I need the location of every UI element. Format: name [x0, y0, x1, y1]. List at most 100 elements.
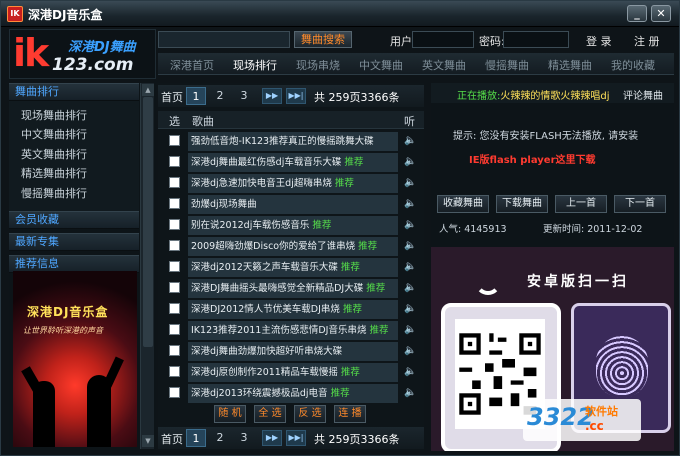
song-row[interactable]: 深港dj急速加快电音王dj超嗨串烧 推荐 🔈 — [158, 173, 424, 194]
tab-home[interactable]: 深港首页 — [170, 57, 214, 73]
invert-select-button[interactable]: 反 选 — [294, 405, 326, 423]
pager-first-link[interactable]: 首页 — [161, 431, 183, 447]
song-checkbox[interactable] — [169, 324, 180, 335]
pager-next-icon[interactable]: ▶▶ — [262, 430, 282, 446]
username-field[interactable] — [412, 31, 474, 48]
song-checkbox[interactable] — [169, 261, 180, 272]
song-title-cell[interactable]: 深港dj舞曲劲爆加快超好听串烧大碟 — [188, 342, 398, 361]
song-row[interactable]: IK123推荐2011主流伤感悲情DJ音乐串烧 推荐 🔈 — [158, 320, 424, 341]
song-title-cell[interactable]: 深港dj2012天籁之声车载音乐大碟 推荐 — [188, 258, 398, 277]
sidebar-section-favorites[interactable]: 会员收藏 — [9, 211, 139, 229]
song-title-cell[interactable]: 深港dj舞曲最红伤感dj车载音乐大碟 推荐 — [188, 153, 398, 172]
scrollbar-thumb[interactable] — [143, 97, 153, 347]
song-row[interactable]: 深港DJ舞曲摇头最嗨感觉全新精品DJ大碟 推荐 🔈 — [158, 278, 424, 299]
song-row[interactable]: 深港DJ2012情人节优美车载DJ串烧 推荐 🔈 — [158, 299, 424, 320]
sidebar-section-rank[interactable]: 舞曲排行 — [9, 83, 139, 101]
download-song-button[interactable]: 下载舞曲 — [496, 195, 548, 213]
sidebar-item-live-rank[interactable]: 现场舞曲排行 — [21, 107, 87, 123]
song-title-cell[interactable]: 深港DJ2012情人节优美车载DJ串烧 推荐 — [188, 300, 398, 319]
title-bar[interactable]: IK 深港DJ音乐盒 _ ✕ — [1, 1, 679, 27]
pager-next-icon[interactable]: ▶▶ — [262, 88, 282, 104]
pager-page-1[interactable]: 1 — [186, 429, 206, 447]
song-checkbox[interactable] — [169, 282, 180, 293]
song-checkbox[interactable] — [169, 219, 180, 230]
pager-last-icon[interactable]: ▶▶| — [286, 88, 306, 104]
speaker-icon[interactable]: 🔈 — [404, 240, 416, 251]
speaker-icon[interactable]: 🔈 — [404, 387, 416, 398]
pager-page-2[interactable]: 2 — [210, 87, 230, 105]
search-input[interactable] — [158, 31, 290, 48]
scroll-down-arrow-icon[interactable]: ▼ — [142, 435, 154, 447]
tab-selected[interactable]: 精选舞曲 — [548, 57, 592, 73]
tab-live-rank[interactable]: 现场排行 — [233, 57, 277, 73]
song-checkbox[interactable] — [169, 177, 180, 188]
song-title-cell[interactable]: 别在说2012dj车载伤感音乐 推荐 — [188, 216, 398, 235]
register-button[interactable]: 注 册 — [634, 33, 660, 49]
random-button[interactable]: 随 机 — [214, 405, 246, 423]
sidebar-scrollbar[interactable]: ▲ ▼ — [140, 83, 154, 449]
speaker-icon[interactable]: 🔈 — [404, 324, 416, 335]
tab-chinese[interactable]: 中文舞曲 — [359, 57, 403, 73]
song-checkbox[interactable] — [169, 198, 180, 209]
song-checkbox[interactable] — [169, 156, 180, 167]
tab-live-medley[interactable]: 现场串烧 — [296, 57, 340, 73]
sidebar-item-slow-rank[interactable]: 慢摇舞曲排行 — [21, 185, 87, 201]
sidebar-section-latest[interactable]: 最新专集 — [9, 233, 139, 251]
song-row[interactable]: 深港dj2013环绕震撼极品dj电音 推荐 🔈 — [158, 383, 424, 404]
speaker-icon[interactable]: 🔈 — [404, 156, 416, 167]
login-button[interactable]: 登 录 — [586, 33, 612, 49]
speaker-icon[interactable]: 🔈 — [404, 303, 416, 314]
tab-slow[interactable]: 慢摇舞曲 — [485, 57, 529, 73]
song-checkbox[interactable] — [169, 240, 180, 251]
song-title-cell[interactable]: 深港dj2013环绕震撼极品dj电音 推荐 — [188, 384, 398, 403]
comment-tab[interactable]: 评论舞曲 — [623, 87, 663, 102]
scroll-up-arrow-icon[interactable]: ▲ — [142, 84, 154, 96]
song-title-cell[interactable]: 深港DJ舞曲摇头最嗨感觉全新精品DJ大碟 推荐 — [188, 279, 398, 298]
pager-page-2[interactable]: 2 — [210, 429, 230, 447]
song-row[interactable]: 2009超嗨劲爆Disco你的爱给了谁串烧 推荐 🔈 — [158, 236, 424, 257]
next-song-button[interactable]: 下一首 — [614, 195, 666, 213]
android-promo-image[interactable]: 安卓版扫一扫 3322 软件站 .cc — [431, 247, 674, 451]
flash-download-link[interactable]: IE版flash player这里下载 — [469, 151, 596, 166]
speaker-icon[interactable]: 🔈 — [404, 135, 416, 146]
select-all-button[interactable]: 全 选 — [254, 405, 286, 423]
previous-song-button[interactable]: 上一首 — [555, 195, 607, 213]
favorite-song-button[interactable]: 收藏舞曲 — [437, 195, 489, 213]
pager-page-3[interactable]: 3 — [234, 429, 254, 447]
speaker-icon[interactable]: 🔈 — [404, 261, 416, 272]
song-row[interactable]: 劲爆dj现场舞曲 🔈 — [158, 194, 424, 215]
sidebar-item-chinese-rank[interactable]: 中文舞曲排行 — [21, 126, 87, 142]
tab-english[interactable]: 英文舞曲 — [422, 57, 466, 73]
speaker-icon[interactable]: 🔈 — [404, 282, 416, 293]
song-row[interactable]: 别在说2012dj车载伤感音乐 推荐 🔈 — [158, 215, 424, 236]
song-title-cell[interactable]: 深港dj急速加快电音王dj超嗨串烧 推荐 — [188, 174, 398, 193]
song-row[interactable]: 强劲低音炮-IK123推荐真正的慢摇跳舞大碟 🔈 — [158, 131, 424, 152]
song-row[interactable]: 深港dj原创制作2011精品车载慢摇 推荐 🔈 — [158, 362, 424, 383]
close-button[interactable]: ✕ — [651, 5, 671, 22]
song-row[interactable]: 深港dj舞曲最红伤感dj车载音乐大碟 推荐 🔈 — [158, 152, 424, 173]
speaker-icon[interactable]: 🔈 — [404, 219, 416, 230]
sidebar-item-selected-rank[interactable]: 精选舞曲排行 — [21, 165, 87, 181]
song-row[interactable]: 深港dj2012天籁之声车载音乐大碟 推荐 🔈 — [158, 257, 424, 278]
password-field[interactable] — [503, 31, 569, 48]
sidebar-item-english-rank[interactable]: 英文舞曲排行 — [21, 146, 87, 162]
brand-logo[interactable]: ik 深港DJ舞曲 123.com — [9, 29, 156, 79]
speaker-icon[interactable]: 🔈 — [404, 198, 416, 209]
speaker-icon[interactable]: 🔈 — [404, 177, 416, 188]
pager-page-3[interactable]: 3 — [234, 87, 254, 105]
pager-page-1[interactable]: 1 — [186, 87, 206, 105]
song-checkbox[interactable] — [169, 366, 180, 377]
minimize-button[interactable]: _ — [627, 5, 647, 22]
song-row[interactable]: 深港dj舞曲劲爆加快超好听串烧大碟 🔈 — [158, 341, 424, 362]
song-checkbox[interactable] — [169, 387, 180, 398]
song-title-cell[interactable]: IK123推荐2011主流伤感悲情DJ音乐串烧 推荐 — [188, 321, 398, 340]
song-title-cell[interactable]: 深港dj原创制作2011精品车载慢摇 推荐 — [188, 363, 398, 382]
song-title-cell[interactable]: 劲爆dj现场舞曲 — [188, 195, 398, 214]
song-checkbox[interactable] — [169, 135, 180, 146]
speaker-icon[interactable]: 🔈 — [404, 366, 416, 377]
song-checkbox[interactable] — [169, 303, 180, 314]
tab-favorites[interactable]: 我的收藏 — [611, 57, 655, 73]
speaker-icon[interactable]: 🔈 — [404, 345, 416, 356]
promo-banner-image[interactable]: 深港DJ音乐盒 让世界聆听深港的声音 — [13, 271, 137, 447]
song-title-cell[interactable]: 2009超嗨劲爆Disco你的爱给了谁串烧 推荐 — [188, 237, 398, 256]
